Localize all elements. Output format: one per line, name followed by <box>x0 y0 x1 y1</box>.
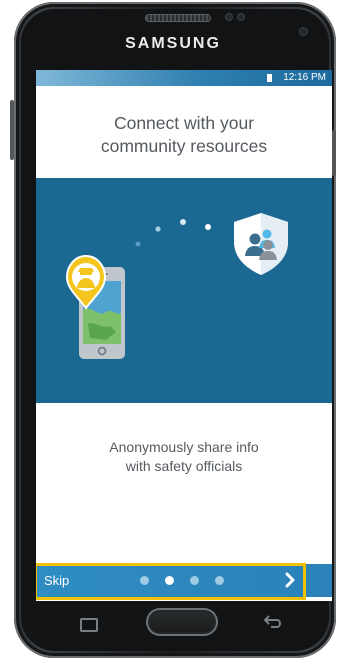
trail-dot <box>180 219 186 225</box>
power-button <box>332 130 336 176</box>
page-indicator-dot-4[interactable] <box>215 576 224 585</box>
proximity-sensor <box>226 14 232 20</box>
title-line-1: Connect with your <box>113 113 255 133</box>
chevron-right-icon[interactable] <box>280 570 300 590</box>
status-bar: 12:16 PM <box>36 70 332 86</box>
screenshot: SAMSUNG 12:16 PM Connect with your commu… <box>0 0 346 661</box>
volume-button <box>10 100 14 160</box>
dotted-trail <box>135 219 211 247</box>
onboarding-bottom-bar: Skip <box>36 563 332 600</box>
recent-apps-button[interactable] <box>80 618 98 632</box>
title-line-2: community resources <box>100 136 268 156</box>
light-sensor <box>238 14 244 20</box>
phone-screen: 12:16 PM Connect with your community res… <box>36 70 332 601</box>
onboarding-subtitle: Anonymously share info with safety offic… <box>36 438 332 476</box>
device-brand: SAMSUNG <box>125 35 221 52</box>
trail-dot <box>205 224 211 230</box>
front-camera <box>300 28 307 35</box>
subtitle-line-1: Anonymously share info <box>109 439 259 455</box>
onboarding-illustration <box>36 178 332 403</box>
earpiece-speaker <box>146 15 210 21</box>
onboarding-title: Connect with your community resources <box>36 112 332 158</box>
page-indicator-dot-3[interactable] <box>190 576 199 585</box>
skip-button[interactable]: Skip <box>44 573 69 588</box>
back-icon[interactable] <box>262 614 284 632</box>
subtitle-line-2: with safety officials <box>125 458 243 474</box>
battery-icon <box>267 74 272 82</box>
illustration-svg <box>65 213 288 359</box>
home-button[interactable] <box>146 608 218 636</box>
status-time: 12:16 PM <box>283 72 326 83</box>
trail-dot <box>135 241 141 247</box>
page-indicator-dot-2-active[interactable] <box>165 576 174 585</box>
shield-community-icon <box>234 213 288 275</box>
page-indicator-dot-1[interactable] <box>140 576 149 585</box>
trail-dot <box>155 226 161 232</box>
